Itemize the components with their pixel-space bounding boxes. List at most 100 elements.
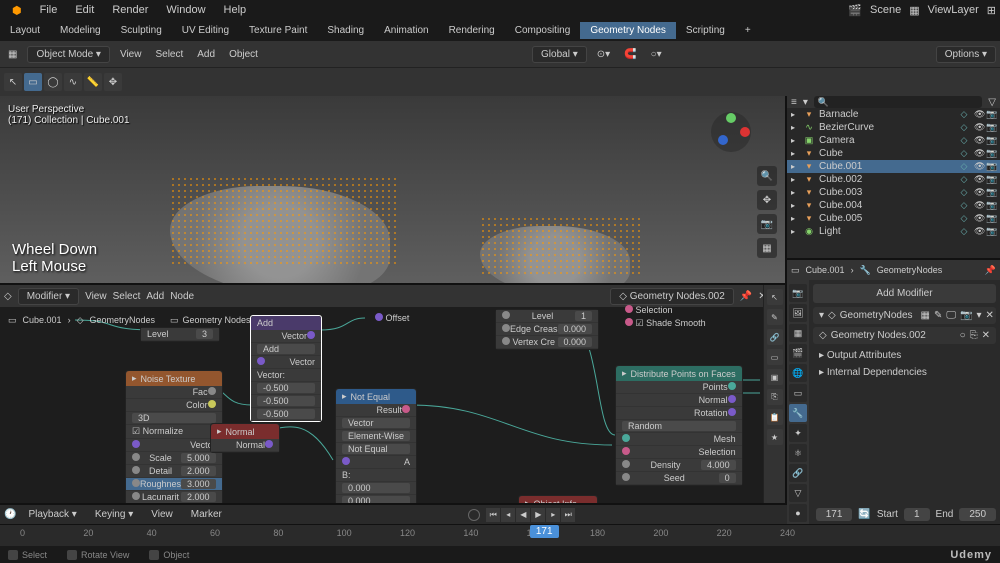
- prop-output-icon[interactable]: 🖼: [789, 304, 807, 322]
- node-tree-name[interactable]: ◇ Geometry Nodes.002: [610, 288, 734, 305]
- prop-view-icon[interactable]: ▦: [789, 324, 807, 342]
- orientation-combo[interactable]: Global ▾: [532, 46, 587, 63]
- tool-transform-icon[interactable]: ✥: [104, 73, 122, 91]
- menu-object[interactable]: Object: [225, 47, 262, 62]
- node-input-cube[interactable]: Cube.001: [23, 315, 62, 326]
- node-menu-view[interactable]: View: [85, 291, 107, 302]
- prop-constraint-icon[interactable]: 🔗: [789, 464, 807, 482]
- outliner-type-icon[interactable]: ≡: [791, 97, 797, 108]
- prop-modifier-icon[interactable]: 🔧: [789, 404, 807, 422]
- breadcrumb-obj[interactable]: Cube.001: [806, 265, 845, 275]
- tab-animation[interactable]: Animation: [374, 22, 438, 39]
- node-level-field[interactable]: Level3: [140, 327, 220, 342]
- modifier-header[interactable]: ▾ ◇ GeometryNodes ▦ ✎ 🖵 📷 ▾ ✕: [813, 307, 996, 324]
- node-vector-math[interactable]: Add Vector Add Vector Vector: -0.500 -0.…: [250, 315, 322, 422]
- annotate-icon[interactable]: ✎: [767, 309, 783, 325]
- tool-measure-icon[interactable]: 📏: [84, 73, 102, 91]
- menu-window[interactable]: Window: [158, 2, 213, 18]
- outliner-search[interactable]: [814, 96, 982, 108]
- tab-geometry-nodes[interactable]: Geometry Nodes: [580, 22, 676, 39]
- mod-display-icon[interactable]: ▦: [921, 310, 930, 321]
- outliner[interactable]: ▸▾Barnacle◇👁📷▸∿BezierCurve◇👁📷▸▣Camera◇👁📷…: [787, 108, 1000, 258]
- timeline-marker[interactable]: Marker: [185, 507, 228, 522]
- prop-particles-icon[interactable]: ✦: [789, 424, 807, 442]
- editor-type-icon[interactable]: ▦: [4, 47, 21, 62]
- playhead[interactable]: 171: [530, 525, 559, 538]
- prop-world-icon[interactable]: 🌐: [789, 364, 807, 382]
- tool-select-box-icon[interactable]: ▭: [24, 73, 42, 91]
- mod-close-icon[interactable]: ✕: [986, 310, 994, 321]
- tab-uv[interactable]: UV Editing: [172, 22, 239, 39]
- timeline-playback[interactable]: Playback ▾: [22, 507, 82, 522]
- mode-combo[interactable]: Object Mode ▾: [27, 46, 110, 63]
- move-icon[interactable]: ✥: [757, 190, 777, 210]
- tab-layout[interactable]: Layout: [0, 22, 50, 39]
- outliner-row[interactable]: ▸▾Cube.001◇👁📷: [787, 160, 1000, 173]
- node-menu-add[interactable]: Add: [146, 291, 164, 302]
- clipboard-icon[interactable]: 📋: [767, 409, 783, 425]
- jump-end-icon[interactable]: ⏭: [561, 508, 575, 522]
- node-selection-input[interactable]: Selection: [625, 305, 673, 315]
- tab-texture[interactable]: Texture Paint: [239, 22, 317, 39]
- prop-data-icon[interactable]: ▽: [789, 484, 807, 502]
- prop-material-icon[interactable]: ●: [789, 504, 807, 522]
- jump-start-icon[interactable]: ⏮: [486, 508, 500, 522]
- frame-icon[interactable]: ▭: [767, 349, 783, 365]
- nav-gizmo[interactable]: [707, 108, 755, 156]
- keyframe-prev-icon[interactable]: ◂: [501, 508, 515, 522]
- menu-add[interactable]: Add: [193, 47, 219, 62]
- camera-icon[interactable]: 📷: [757, 214, 777, 234]
- node-shade-smooth[interactable]: ☑ Shade Smooth: [625, 318, 706, 329]
- prop-scene-icon[interactable]: 🎬: [789, 344, 807, 362]
- scene-name[interactable]: Scene: [870, 4, 901, 16]
- outliner-filter-icon[interactable]: ▾: [803, 97, 808, 108]
- pin-icon[interactable]: 📌: [985, 265, 996, 276]
- node-editor[interactable]: ◇ Modifier ▾ View Select Add Node ◇ Geom…: [0, 283, 785, 503]
- blender-icon[interactable]: ⬢: [4, 2, 30, 19]
- add-modifier-button[interactable]: Add Modifier: [813, 284, 996, 303]
- breadcrumb-mod[interactable]: GeometryNodes: [877, 265, 943, 275]
- node-unlink-icon[interactable]: ✕: [982, 330, 990, 341]
- tab-modeling[interactable]: Modeling: [50, 22, 111, 39]
- outliner-row[interactable]: ▸▾Cube.004◇👁📷: [787, 199, 1000, 212]
- outliner-row[interactable]: ▸▾Cube.003◇👁📷: [787, 186, 1000, 199]
- node-subdiv-partial[interactable]: Level1 Edge Creas0.000 Vertex Cre0.000: [495, 309, 599, 350]
- snap-icon[interactable]: 🧲: [620, 47, 640, 62]
- tab-shading[interactable]: Shading: [317, 22, 374, 39]
- node-noise-texture[interactable]: ▸ Noise Texture Fac Color 3D ☑ Normalize…: [125, 370, 223, 503]
- node-input-gn[interactable]: GeometryNodes: [89, 315, 155, 326]
- proportional-icon[interactable]: ○▾: [647, 47, 666, 62]
- node-distribute-points[interactable]: ▸ Distribute Points on Faces Points Norm…: [615, 365, 743, 486]
- play-icon[interactable]: ▶: [531, 508, 545, 522]
- prop-physics-icon[interactable]: ⚛: [789, 444, 807, 462]
- timeline-ruler[interactable]: 020406080100120140160180200220240171: [0, 524, 1000, 546]
- timeline-keying[interactable]: Keying ▾: [89, 507, 139, 522]
- tab-scripting[interactable]: Scripting: [676, 22, 735, 39]
- prop-object-icon[interactable]: ▭: [789, 384, 807, 402]
- node-group-field[interactable]: ◇ Geometry Nodes.002 ○ ⎘ ✕: [813, 327, 996, 344]
- viewlayer-name[interactable]: ViewLayer: [928, 4, 979, 16]
- node-not-equal[interactable]: ▸ Not Equal Result Vector Element-Wise N…: [335, 388, 417, 503]
- menu-render[interactable]: Render: [104, 2, 156, 18]
- links-icon[interactable]: 🔗: [767, 329, 783, 345]
- perspective-icon[interactable]: ▦: [757, 238, 777, 258]
- menu-help[interactable]: Help: [216, 2, 255, 18]
- pin-icon[interactable]: 📌: [740, 291, 752, 302]
- pivot-icon[interactable]: ⊙▾: [593, 47, 614, 62]
- play-reverse-icon[interactable]: ◀: [516, 508, 530, 522]
- node-copy-icon[interactable]: ⎘: [970, 330, 978, 341]
- arrow-icon[interactable]: ↖: [767, 289, 783, 305]
- output-attributes-section[interactable]: ▸ Output Attributes: [813, 347, 996, 364]
- keyframe-next-icon[interactable]: ▸: [546, 508, 560, 522]
- tool-select-lasso-icon[interactable]: ∿: [64, 73, 82, 91]
- tool-cursor-icon[interactable]: ↖: [4, 73, 22, 91]
- outliner-row[interactable]: ▸∿BezierCurve◇👁📷: [787, 121, 1000, 134]
- outliner-row[interactable]: ▸▣Camera◇👁📷: [787, 134, 1000, 147]
- zoom-icon[interactable]: 🔍: [757, 166, 777, 186]
- new-scene-icon[interactable]: ⊞: [987, 4, 996, 17]
- tool-select-circle-icon[interactable]: ◯: [44, 73, 62, 91]
- outliner-row[interactable]: ▸▾Cube.005◇👁📷: [787, 212, 1000, 225]
- tab-rendering[interactable]: Rendering: [439, 22, 505, 39]
- outliner-filter-funnel-icon[interactable]: ▽: [988, 97, 996, 108]
- options-dropdown[interactable]: Options ▾: [936, 46, 996, 63]
